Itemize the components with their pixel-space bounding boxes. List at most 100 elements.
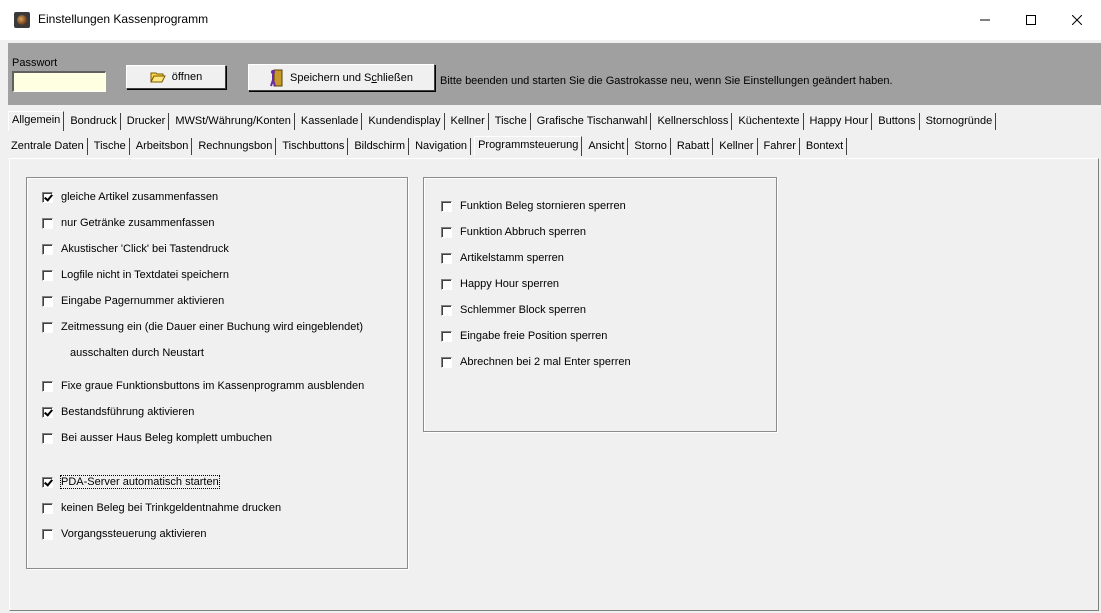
left-option-7[interactable]: Bestandsführung aktivieren — [42, 406, 194, 418]
tab-main-0[interactable]: Allgemein — [8, 111, 65, 131]
password-label: Passwort — [12, 57, 58, 69]
checkbox-label: Zeitmessung ein (die Dauer einer Buchung… — [61, 321, 364, 333]
tab-main-13[interactable]: Stornogründe — [923, 113, 997, 130]
checkbox-label: Funktion Abbruch sperren — [460, 226, 586, 238]
tab-main-10[interactable]: Küchentexte — [735, 113, 804, 130]
restart-hint: Bitte beenden und starten Sie die Gastro… — [440, 75, 893, 87]
left-option-3[interactable]: Logfile nicht in Textdatei speichern — [42, 269, 229, 281]
checkbox[interactable] — [42, 243, 53, 255]
password-input[interactable] — [12, 71, 106, 92]
checkbox[interactable] — [42, 528, 53, 540]
checkbox[interactable] — [441, 356, 452, 368]
tab-sub-4[interactable]: Tischbuttons — [279, 138, 349, 155]
checkbox[interactable] — [42, 321, 53, 333]
open-button[interactable]: öffnen — [126, 65, 226, 89]
checkbox-label: gleiche Artikel zusammenfassen — [61, 191, 219, 203]
tab-sub-11[interactable]: Kellner — [716, 138, 758, 155]
tab-sub-5[interactable]: Bildschirm — [351, 138, 410, 155]
tab-sub-0[interactable]: Zentrale Daten — [8, 138, 88, 155]
checkbox[interactable] — [42, 295, 53, 307]
tab-main-11[interactable]: Happy Hour — [807, 113, 873, 130]
title-bar: Einstellungen Kassenprogramm — [0, 0, 1101, 40]
checkbox[interactable] — [42, 502, 53, 514]
right-option-0[interactable]: Funktion Beleg stornieren sperren — [441, 200, 626, 212]
tab-main-3[interactable]: MWSt/Währung/Konten — [172, 113, 295, 130]
checkbox-label: Logfile nicht in Textdatei speichern — [61, 269, 229, 281]
checkbox-label: Schlemmer Block sperren — [460, 304, 586, 316]
tab-main-1[interactable]: Bondruck — [67, 113, 121, 130]
minimize-button[interactable] — [962, 0, 1008, 40]
tab-main-4[interactable]: Kassenlade — [298, 113, 363, 130]
tab-sub-1[interactable]: Tische — [91, 138, 130, 155]
right-option-1[interactable]: Funktion Abbruch sperren — [441, 226, 586, 238]
open-button-label: öffnen — [171, 71, 203, 83]
right-option-2[interactable]: Artikelstamm sperren — [441, 252, 564, 264]
checkbox-label: Happy Hour sperren — [460, 278, 560, 290]
tab-sub-2[interactable]: Arbeitsbon — [133, 138, 193, 155]
main-tab-strip: Allgemein Bondruck Drucker MWSt/Währung/Kon… — [8, 111, 999, 133]
left-option-9[interactable]: PDA-Server automatisch starten — [42, 475, 220, 489]
checkbox-label: Bei ausser Haus Beleg komplett umbuchen — [61, 432, 272, 444]
checkbox[interactable] — [441, 200, 452, 212]
tab-sub-13[interactable]: Bontext — [803, 138, 848, 155]
checkbox[interactable] — [441, 330, 452, 342]
tab-main-12[interactable]: Buttons — [875, 113, 920, 130]
sub-tab-strip: Zentrale Daten Tische Arbeitsbon Rechnungsb… — [8, 136, 850, 158]
maximize-button[interactable] — [1008, 0, 1054, 40]
close-button[interactable] — [1054, 0, 1100, 40]
restart-note: ausschalten durch Neustart — [70, 347, 204, 359]
right-option-6[interactable]: Abrechnen bei 2 mal Enter sperren — [441, 356, 631, 368]
tab-sub-3[interactable]: Rechnungsbon — [195, 138, 277, 155]
left-option-11[interactable]: Vorgangssteuerung aktivieren — [42, 528, 207, 540]
left-option-10[interactable]: keinen Beleg bei Trinkgeldentnahme druck… — [42, 502, 281, 514]
checkbox[interactable] — [441, 304, 452, 316]
checkbox-label: Bestandsführung aktivieren — [61, 406, 195, 418]
app-icon — [14, 12, 30, 28]
tab-main-7[interactable]: Tische — [492, 113, 531, 130]
checkbox-label: keinen Beleg bei Trinkgeldentnahme druck… — [61, 502, 282, 514]
right-option-3[interactable]: Happy Hour sperren — [441, 278, 559, 290]
right-option-5[interactable]: Eingabe freie Position sperren — [441, 330, 607, 342]
save-close-button[interactable]: Speichern und Schließen — [248, 64, 435, 91]
checkbox[interactable] — [42, 217, 53, 229]
left-option-4[interactable]: Eingabe Pagernummer aktivieren — [42, 295, 224, 307]
checkbox[interactable] — [42, 380, 53, 392]
checkbox[interactable] — [441, 226, 452, 238]
checkbox[interactable] — [42, 191, 53, 203]
tab-sub-10[interactable]: Rabatt — [674, 138, 714, 155]
tab-main-8[interactable]: Grafische Tischanwahl — [534, 113, 652, 130]
tab-main-5[interactable]: Kundendisplay — [365, 113, 445, 130]
left-option-5[interactable]: Zeitmessung ein (die Dauer einer Buchung… — [42, 321, 363, 333]
checkbox[interactable] — [42, 269, 53, 281]
window-title: Einstellungen Kassenprogramm — [38, 12, 209, 26]
left-option-2[interactable]: Akustischer 'Click' bei Tastendruck — [42, 243, 229, 255]
checkbox[interactable] — [42, 406, 53, 418]
left-option-1[interactable]: nur Getränke zusammenfassen — [42, 217, 214, 229]
minimize-icon — [980, 19, 990, 21]
tab-main-2[interactable]: Drucker — [124, 113, 170, 130]
checkbox[interactable] — [441, 278, 452, 290]
checkbox[interactable] — [42, 476, 53, 488]
checkbox-label: Funktion Beleg stornieren sperren — [460, 200, 626, 212]
checkbox-label: Akustischer 'Click' bei Tastendruck — [61, 243, 229, 255]
checkbox[interactable] — [441, 252, 452, 264]
tab-sub-7[interactable]: Programmsteuerung — [474, 136, 583, 156]
right-option-4[interactable]: Schlemmer Block sperren — [441, 304, 586, 316]
checkbox[interactable] — [42, 432, 53, 444]
checkbox-label: Vorgangssteuerung aktivieren — [61, 528, 207, 540]
save-close-label: Speichern und Schließen — [290, 71, 413, 84]
tab-sub-9[interactable]: Storno — [631, 138, 671, 155]
toolbar: Passwort öffnen Speichern und Schließen … — [8, 43, 1101, 105]
left-option-0[interactable]: gleiche Artikel zusammenfassen — [42, 191, 218, 203]
checkbox-label: nur Getränke zusammenfassen — [61, 217, 215, 229]
exit-door-icon — [270, 69, 283, 86]
tab-sub-8[interactable]: Ansicht — [585, 138, 629, 155]
left-option-6[interactable]: Fixe graue Funktionsbuttons im Kassenpro… — [42, 380, 364, 392]
tab-sub-6[interactable]: Navigation — [412, 138, 472, 155]
checkbox-label: Artikelstamm sperren — [460, 252, 564, 264]
tab-main-6[interactable]: Kellner — [448, 113, 489, 130]
tab-sub-12[interactable]: Fahrer — [761, 138, 800, 155]
tab-main-9[interactable]: Kellnerschloss — [654, 113, 733, 130]
left-option-8[interactable]: Bei ausser Haus Beleg komplett umbuchen — [42, 432, 272, 444]
maximize-icon — [1026, 15, 1036, 25]
